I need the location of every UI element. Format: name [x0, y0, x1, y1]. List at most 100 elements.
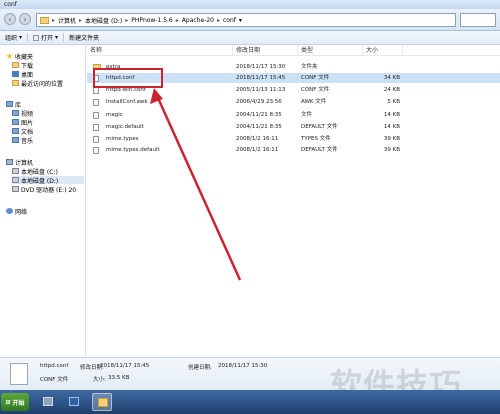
file-size: 5 KB — [387, 99, 400, 105]
crumb-computer[interactable]: 计算机 — [58, 16, 76, 25]
file-row[interactable]: magic.default 2004/11/21 8:35 DEFAULT 文件… — [87, 122, 500, 132]
organize-button[interactable]: 组织 ▾ — [0, 33, 27, 42]
crumb-separator: ▸ — [52, 16, 56, 24]
file-type: CONF 文件 — [301, 75, 330, 81]
nav-label: 本地磁盘 (D:) — [21, 177, 59, 185]
chevron-down-icon: ▾ — [55, 34, 59, 41]
detail-filename: httpd.conf — [40, 363, 69, 369]
nav-drive-c[interactable]: 本地磁盘 (C:) — [12, 167, 58, 176]
column-type[interactable]: 类型 — [298, 45, 363, 56]
new-folder-button[interactable]: 新建文件夹 — [64, 33, 104, 42]
file-date: 2006/4/29 23:56 — [236, 99, 282, 105]
file-date: 2004/11/21 8:35 — [236, 112, 282, 118]
nav-downloads[interactable]: 下载 — [12, 61, 33, 70]
nav-label: 本地磁盘 (C:) — [21, 168, 58, 176]
desktop-icon — [12, 71, 19, 77]
start-label: 开始 — [12, 399, 25, 407]
crumb-separator: ▸ — [216, 16, 220, 24]
nav-desktop[interactable]: 桌面 — [12, 70, 34, 79]
document-icon — [12, 128, 19, 134]
file-row[interactable]: mime.types 2008/1/2 16:11 TYPES 文件 39 KB — [87, 134, 500, 144]
crumb-conf[interactable]: conf — [223, 17, 236, 24]
nav-label: 最近访问的位置 — [21, 80, 64, 88]
recent-places-icon — [12, 80, 19, 86]
crumb-phpnow[interactable]: PHPnow-1.5.6 — [131, 17, 172, 24]
nav-videos[interactable]: 视频 — [12, 109, 34, 118]
detail-created: 2018/11/17 15:30 — [218, 363, 268, 369]
crumb-separator: ▸ — [175, 16, 179, 24]
nav-favorites[interactable]: 收藏夹 — [6, 52, 34, 61]
explorer-window: conf ‹ › ▸ 计算机 ▸ 本地磁盘 (D:) ▸ PHPnow-1.5.… — [0, 0, 500, 414]
file-date: 2008/1/2 16:11 — [236, 147, 279, 153]
new-folder-label: 新建文件夹 — [69, 35, 100, 42]
column-name[interactable]: 名称 — [87, 45, 233, 56]
back-button[interactable]: ‹ — [4, 13, 16, 25]
file-name: mime.types — [106, 136, 139, 142]
column-date[interactable]: 修改日期 — [233, 45, 298, 56]
dropdown-arrow-icon[interactable]: ▾ — [239, 17, 242, 24]
nav-music[interactable]: 音乐 — [12, 136, 33, 145]
taskbar-server-manager[interactable] — [38, 393, 58, 411]
file-row[interactable]: mime.types.default 2008/1/2 16:11 DEFAUL… — [87, 145, 500, 155]
file-type: DEFAULT 文件 — [301, 147, 338, 153]
network-icon — [6, 208, 13, 214]
window-title: conf — [4, 1, 17, 8]
address-field[interactable]: ▸ 计算机 ▸ 本地磁盘 (D:) ▸ PHPnow-1.5.6 ▸ Apach… — [36, 13, 456, 27]
open-button[interactable]: 打开 ▾ — [28, 33, 63, 42]
crumb-drive-d[interactable]: 本地磁盘 (D:) — [85, 16, 122, 25]
dvd-drive-icon — [12, 186, 19, 192]
file-size: 39 KB — [383, 136, 400, 142]
nav-label: 文档 — [21, 128, 34, 136]
file-size: 39 KB — [383, 147, 400, 153]
taskbar-explorer[interactable] — [92, 393, 112, 411]
file-size: 24 KB — [383, 87, 400, 93]
file-size: 14 KB — [383, 124, 400, 130]
explorer-folder-icon — [98, 398, 108, 407]
nav-label: DVD 驱动器 (E:) 20 — [21, 186, 77, 194]
file-type: 文件 — [301, 112, 313, 118]
highlight-box — [93, 68, 163, 88]
forward-button[interactable]: › — [19, 13, 31, 25]
detail-size: 33.5 KB — [108, 375, 130, 381]
file-icon — [93, 87, 99, 94]
nav-label: 库 — [15, 101, 22, 109]
nav-computer[interactable]: 计算机 — [6, 158, 33, 167]
file-icon — [93, 99, 99, 106]
file-row[interactable]: magic 2004/11/21 8:35 文件 14 KB — [87, 110, 500, 120]
open-file-icon — [33, 34, 40, 41]
nav-libraries[interactable]: 库 — [6, 100, 22, 109]
downloads-folder-icon — [12, 62, 19, 68]
chevron-down-icon: ▾ — [19, 34, 23, 41]
taskbar-powershell[interactable] — [64, 393, 84, 411]
column-size[interactable]: 大小 — [363, 45, 403, 56]
start-button[interactable]: ⊞ 开始 — [1, 393, 29, 411]
windows-logo-icon: ⊞ — [5, 398, 11, 406]
taskbar: ⊞ 开始 — [0, 390, 500, 414]
nav-pictures[interactable]: 图片 — [12, 118, 33, 127]
music-icon — [12, 137, 19, 143]
navigation-pane: 收藏夹 下载 桌面 最近访问的位置 库 视频 图片 文档 音乐 计算机 本地磁盘… — [0, 45, 86, 357]
file-type: DEFAULT 文件 — [301, 124, 338, 130]
file-icon — [93, 147, 99, 154]
nav-label: 收藏夹 — [15, 53, 34, 61]
file-date: 2005/11/13 11:13 — [236, 87, 286, 93]
file-date: 2004/11/21 8:35 — [236, 124, 282, 130]
crumb-apache[interactable]: Apache-20 — [182, 17, 214, 24]
nav-documents[interactable]: 文档 — [12, 127, 34, 136]
search-input[interactable] — [460, 13, 496, 27]
crumb-separator: ▸ — [125, 16, 129, 24]
open-label: 打开 — [41, 35, 54, 42]
detail-type: CONF 文件 — [40, 377, 69, 383]
nav-drive-d[interactable]: 本地磁盘 (D:) — [12, 176, 84, 185]
nav-label: 桌面 — [21, 71, 34, 79]
file-row[interactable]: InstallConf.awk 2006/4/29 23:56 AWK 文件 5… — [87, 97, 500, 107]
nav-label: 视频 — [21, 110, 34, 118]
server-manager-icon — [43, 397, 53, 406]
detail-size-label: 大小: — [93, 377, 106, 383]
nav-recent[interactable]: 最近访问的位置 — [12, 79, 64, 88]
library-icon — [6, 101, 13, 107]
nav-network[interactable]: 网络 — [6, 207, 27, 216]
computer-icon — [6, 159, 13, 165]
nav-drive-e[interactable]: DVD 驱动器 (E:) 20 — [12, 185, 77, 194]
toolbar: 组织 ▾ 打开 ▾ 新建文件夹 — [0, 31, 500, 45]
